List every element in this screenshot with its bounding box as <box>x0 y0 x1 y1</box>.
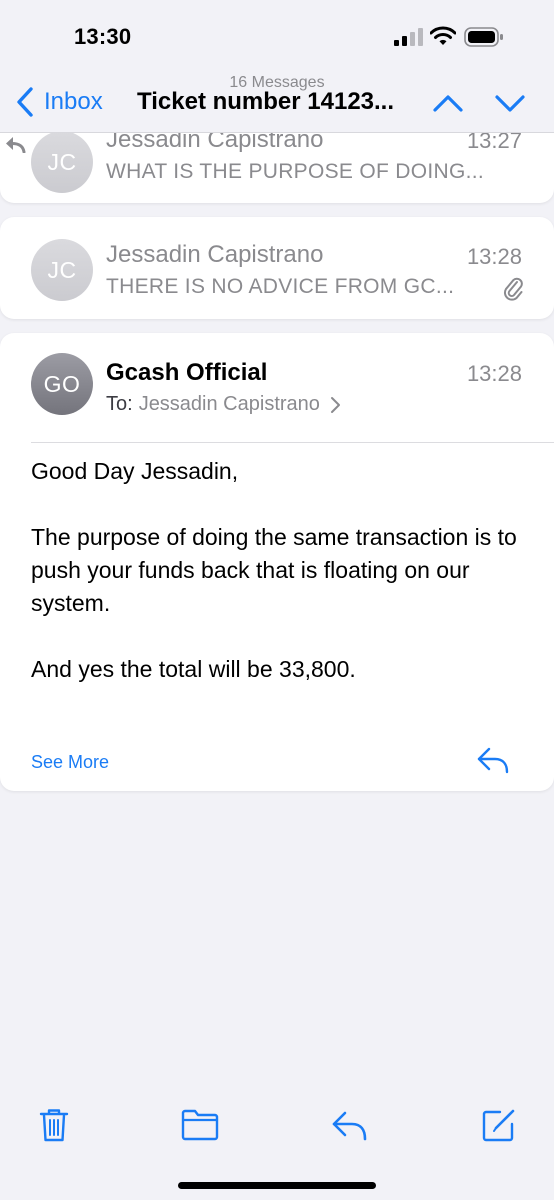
header-divider <box>31 442 554 443</box>
reply-icon[interactable] <box>330 1106 368 1144</box>
chevron-right-icon <box>330 396 340 413</box>
see-more-link[interactable]: See More <box>31 752 109 773</box>
message-time: 13:28 <box>466 361 522 386</box>
previous-message-button[interactable] <box>430 86 466 120</box>
message-card-expanded: GO Gcash Official 13:28 To: Jessadin Cap… <box>0 333 554 791</box>
body-paragraph: The purpose of doing the same transactio… <box>31 524 517 616</box>
back-to-inbox-button[interactable]: Inbox <box>14 86 103 118</box>
status-time: 13:30 <box>74 24 132 49</box>
chevron-left-icon <box>17 87 33 117</box>
message-time: 13:28 <box>466 244 522 269</box>
thread-title: Ticket number 14123... <box>137 88 395 115</box>
recipient-name: Jessadin Capistrano <box>138 393 320 415</box>
body-paragraph: And yes the total will be 33,800. <box>31 656 356 682</box>
trash-icon[interactable] <box>35 1106 73 1144</box>
to-label: To: <box>106 393 133 415</box>
compose-icon[interactable] <box>480 1106 518 1144</box>
cellular-signal-icon <box>394 28 423 46</box>
avatar: GO <box>31 353 93 415</box>
battery-icon <box>464 27 503 47</box>
body-paragraph: Good Day Jessadin, <box>31 458 239 484</box>
message-preview: THERE IS NO ADVICE FROM GC... <box>106 275 455 298</box>
next-message-button[interactable] <box>492 86 528 120</box>
sender-name[interactable]: Gcash Official <box>106 359 267 387</box>
message-card-collapsed[interactable]: JC Jessadin Capistrano 13:28 THERE IS NO… <box>0 217 554 319</box>
message-preview: WHAT IS THE PURPOSE OF DOING... <box>106 160 485 183</box>
wifi-icon <box>430 26 456 45</box>
avatar: JC <box>31 133 93 193</box>
message-body: Good Day Jessadin, The purpose of doing … <box>31 455 531 719</box>
conversation-thread[interactable]: JC Jessadin Capistrano 13:27 WHAT IS THE… <box>0 133 554 1090</box>
sender-name: Jessadin Capistrano <box>106 133 324 153</box>
paperclip-icon <box>503 277 523 301</box>
message-card-collapsed[interactable]: JC Jessadin Capistrano 13:27 WHAT IS THE… <box>0 133 554 203</box>
replied-icon <box>6 137 26 153</box>
home-indicator[interactable] <box>178 1182 376 1189</box>
back-label: Inbox <box>44 88 103 115</box>
status-bar: 13:30 <box>0 0 554 70</box>
reply-icon[interactable] <box>476 745 510 775</box>
navigation-bar: Inbox 16 Messages Ticket number 14123... <box>0 70 554 133</box>
folder-icon[interactable] <box>181 1106 219 1144</box>
bottom-toolbar <box>0 1090 554 1200</box>
avatar: JC <box>31 239 93 301</box>
recipient-line[interactable]: To: Jessadin Capistrano <box>106 393 342 416</box>
message-time: 13:27 <box>466 133 522 153</box>
sender-name: Jessadin Capistrano <box>106 241 324 268</box>
